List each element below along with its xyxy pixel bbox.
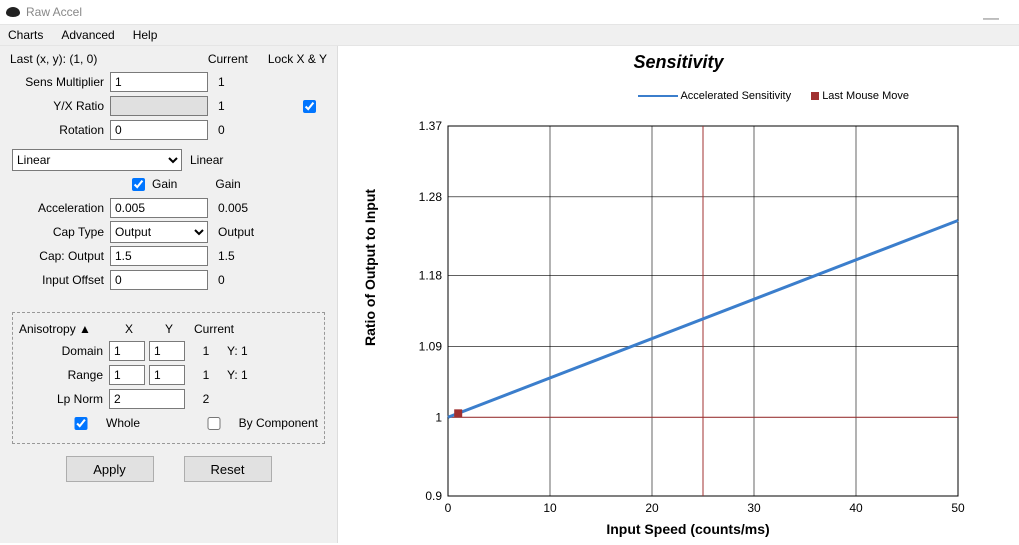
lp-cur: 2	[185, 392, 227, 406]
minimize-icon[interactable]: —	[983, 10, 999, 28]
svg-text:1.37: 1.37	[419, 119, 443, 133]
captype-select[interactable]: Output	[110, 221, 208, 243]
mode-select[interactable]: Linear	[12, 149, 182, 171]
domain-label: Domain	[19, 344, 109, 358]
accel-input[interactable]	[110, 198, 208, 218]
range-cur: 1	[185, 368, 227, 382]
capout-label: Cap: Output	[10, 249, 110, 263]
svg-text:1.18: 1.18	[419, 269, 443, 283]
svg-text:30: 30	[747, 501, 761, 515]
range-label: Range	[19, 368, 109, 382]
lockxy-header: Lock X & Y	[268, 52, 327, 66]
svg-text:20: 20	[645, 501, 659, 515]
aniso-y-header: Y	[149, 322, 189, 336]
aniso-x-header: X	[109, 322, 149, 336]
chart-xlabel: Input Speed (counts/ms)	[408, 521, 968, 537]
sens-cur: 1	[208, 75, 268, 89]
chart-plot: 0 10 20 30 40 50 0.9 1 1.09 1.18 1.28 1.37	[408, 116, 968, 526]
range-ycur: Y: 1	[227, 368, 277, 382]
accel-cur: 0.005	[208, 201, 268, 215]
legend-marker: Last Mouse Move	[822, 90, 909, 102]
offset-cur: 0	[208, 273, 268, 287]
lp-input[interactable]	[109, 389, 185, 409]
menu-charts[interactable]: Charts	[8, 28, 43, 42]
domain-ycur: Y: 1	[227, 344, 277, 358]
svg-text:1.28: 1.28	[419, 190, 443, 204]
reset-button[interactable]: Reset	[184, 456, 272, 482]
titlebar: Raw Accel —	[0, 0, 1019, 24]
yx-label: Y/X Ratio	[10, 99, 110, 113]
offset-input[interactable]	[110, 270, 208, 290]
range-x-input[interactable]	[109, 365, 145, 385]
aniso-cur-header: Current	[189, 322, 239, 336]
settings-panel: Last (x, y): (1, 0) Current Lock X & Y S…	[0, 46, 338, 543]
rot-input[interactable]	[110, 120, 208, 140]
anisotropy-group: Anisotropy ▲ X Y Current Domain 1 Y: 1 R…	[12, 312, 325, 444]
rot-cur: 0	[208, 123, 268, 137]
svg-text:10: 10	[543, 501, 557, 515]
mode-cur: Linear	[182, 153, 242, 167]
capout-input[interactable]	[110, 246, 208, 266]
app-icon	[6, 7, 20, 17]
svg-text:0.9: 0.9	[425, 489, 442, 503]
range-y-input[interactable]	[149, 365, 185, 385]
last-xy-label: Last (x, y): (1, 0)	[10, 52, 97, 66]
offset-label: Input Offset	[10, 273, 110, 287]
chart-area: Sensitivity Accelerated Sensitivity Last…	[338, 46, 1019, 543]
domain-x-input[interactable]	[109, 341, 145, 361]
yx-input	[110, 96, 208, 116]
svg-text:1.09: 1.09	[419, 339, 443, 353]
svg-text:1: 1	[435, 410, 442, 424]
legend-series: Accelerated Sensitivity	[680, 90, 791, 102]
app-title: Raw Accel	[26, 5, 82, 19]
lp-label: Lp Norm	[19, 392, 109, 406]
chart-title: Sensitivity	[338, 52, 1019, 73]
apply-button[interactable]: Apply	[66, 456, 154, 482]
bycomp-checkbox[interactable]	[196, 417, 232, 430]
gain-label: Gain	[152, 177, 177, 191]
gain-cur: Gain	[205, 177, 265, 191]
svg-text:0: 0	[445, 501, 452, 515]
aniso-title[interactable]: Anisotropy ▲	[19, 322, 109, 336]
menu-help[interactable]: Help	[133, 28, 158, 42]
domain-cur: 1	[185, 344, 227, 358]
menu-advanced[interactable]: Advanced	[61, 28, 114, 42]
chart-ylabel: Ratio of Output to Input	[362, 189, 378, 346]
sens-label: Sens Multiplier	[10, 75, 110, 89]
rot-label: Rotation	[10, 123, 110, 137]
yx-cur: 1	[208, 99, 268, 113]
svg-text:40: 40	[849, 501, 863, 515]
menubar: Charts Advanced Help	[0, 24, 1019, 46]
accel-label: Acceleration	[10, 201, 110, 215]
captype-label: Cap Type	[10, 225, 110, 239]
lockxy-checkbox[interactable]	[303, 100, 316, 113]
chart-legend: Accelerated Sensitivity Last Mouse Move	[638, 90, 909, 102]
svg-text:50: 50	[951, 501, 965, 515]
capout-cur: 1.5	[208, 249, 268, 263]
bycomp-label: By Component	[239, 416, 318, 430]
gain-checkbox[interactable]	[132, 178, 145, 191]
current-header: Current	[208, 52, 268, 66]
whole-label: Whole	[106, 416, 140, 430]
whole-checkbox[interactable]	[63, 417, 99, 430]
sens-input[interactable]	[110, 72, 208, 92]
captype-cur: Output	[208, 225, 268, 239]
domain-y-input[interactable]	[149, 341, 185, 361]
